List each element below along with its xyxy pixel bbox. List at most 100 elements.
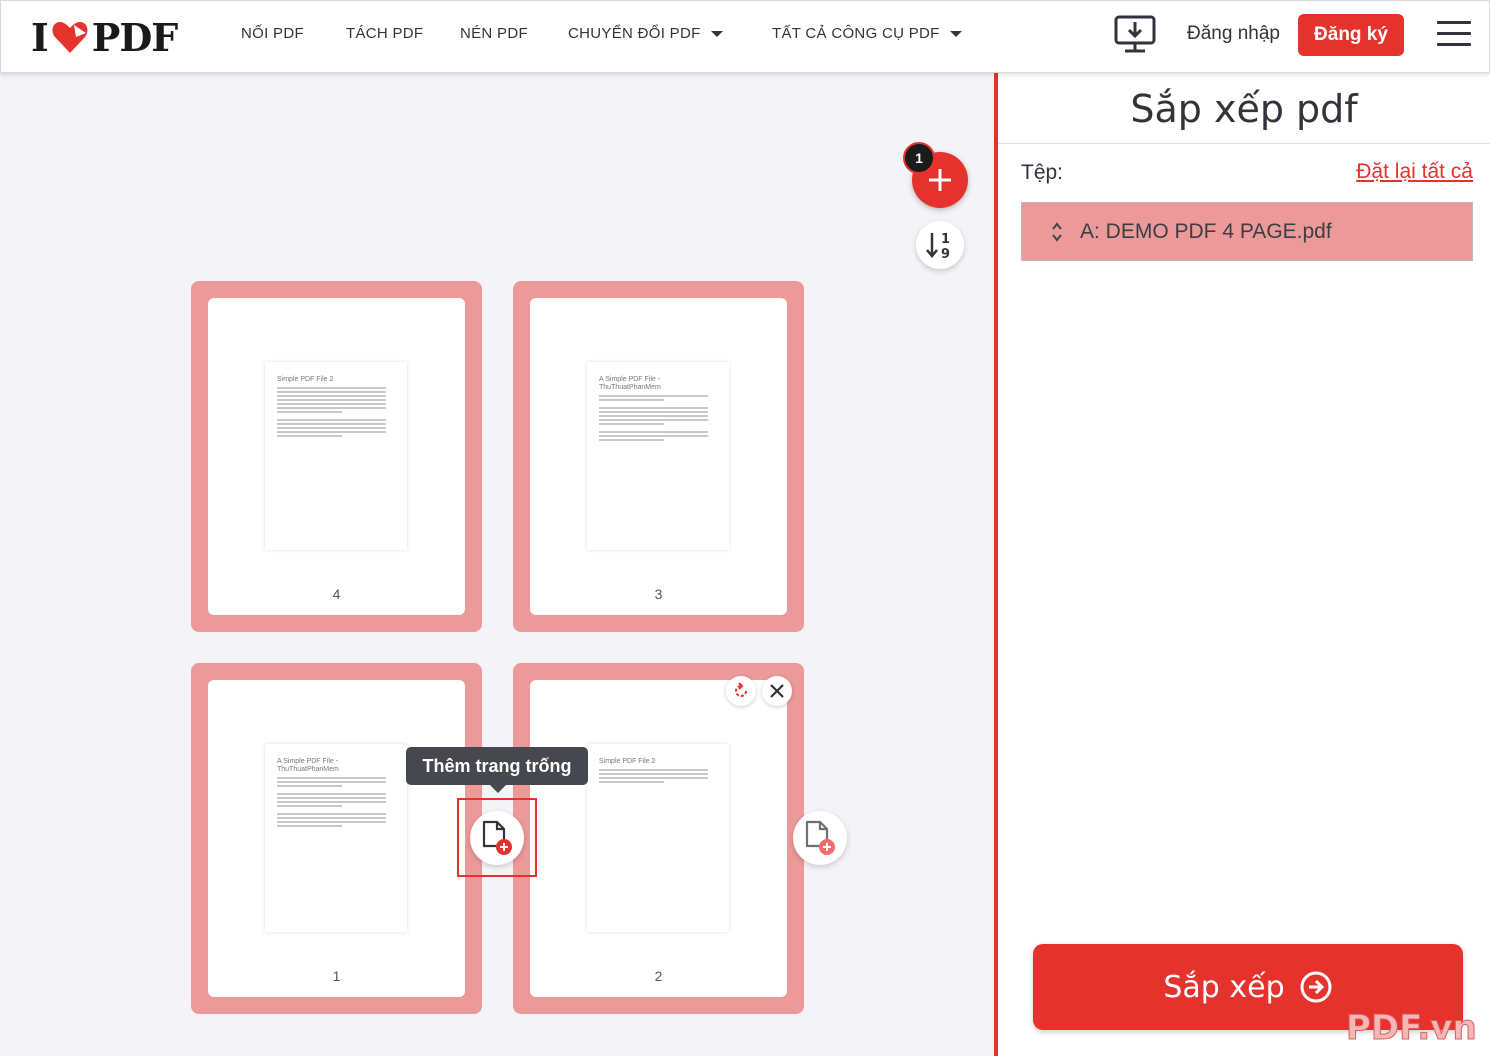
thumbnail-text-line bbox=[277, 805, 342, 807]
thumbnail-text-line bbox=[277, 395, 386, 397]
nav-label: NÉN PDF bbox=[460, 25, 528, 42]
thumbnail-text-line bbox=[599, 431, 708, 433]
page-card[interactable]: Simple PDF File 2 4 bbox=[191, 281, 482, 632]
file-list-item[interactable]: A: DEMO PDF 4 PAGE.pdf bbox=[1021, 202, 1473, 261]
caret-down-icon bbox=[710, 31, 723, 38]
page-number: 1 bbox=[332, 968, 341, 984]
thumbnail-text-line bbox=[599, 415, 708, 417]
thumbnail-text-line bbox=[599, 423, 664, 425]
page-number: 3 bbox=[654, 586, 663, 602]
thumbnail-text-line bbox=[277, 423, 386, 425]
thumbnail-text-line bbox=[277, 821, 386, 823]
nav-label: NỐI PDF bbox=[241, 25, 304, 42]
thumbnail-text-line bbox=[277, 419, 386, 421]
reorder-arrows-icon bbox=[1052, 221, 1062, 242]
nav-split-pdf[interactable]: TÁCH PDF bbox=[346, 25, 423, 42]
page-thumbnail: Simple PDF File 2 bbox=[265, 362, 407, 550]
thumbnail-text-line bbox=[599, 439, 664, 441]
thumbnail-text-line bbox=[277, 797, 386, 799]
thumbnail-text-line bbox=[277, 825, 342, 827]
add-blank-page-button[interactable] bbox=[470, 811, 524, 865]
page-card[interactable]: A Simple PDF File - ThuThuatPhanMem 3 bbox=[513, 281, 804, 632]
logo-i: I bbox=[31, 14, 49, 60]
menu-icon[interactable] bbox=[1437, 21, 1471, 49]
close-icon bbox=[770, 684, 784, 698]
watermark: PDF.vn bbox=[1346, 1008, 1478, 1049]
heart-icon bbox=[52, 22, 88, 53]
nav-label: TÁCH PDF bbox=[346, 25, 424, 42]
file-name: A: DEMO PDF 4 PAGE.pdf bbox=[1080, 219, 1332, 243]
add-blank-page-icon bbox=[482, 820, 512, 855]
thumbnail-text-line bbox=[277, 817, 386, 819]
thumbnail-text-line bbox=[599, 419, 708, 421]
add-blank-page-button-end[interactable] bbox=[793, 811, 847, 865]
nav-label: CHUYỂN ĐỔI PDF bbox=[568, 25, 701, 42]
rotate-page-button[interactable] bbox=[726, 676, 756, 706]
desktop-download-icon[interactable] bbox=[1113, 14, 1157, 56]
nav-compress-pdf[interactable]: NÉN PDF bbox=[460, 25, 528, 42]
page-number: 4 bbox=[332, 586, 341, 602]
thumbnail-text-line bbox=[277, 785, 342, 787]
sort-button-label: Sắp xếp bbox=[1163, 969, 1285, 1005]
thumbnail-text-line bbox=[277, 777, 386, 779]
page-card-inner: Simple PDF File 2 4 bbox=[208, 298, 465, 615]
thumbnail-text-line bbox=[277, 813, 386, 815]
logo-pdf: PDF bbox=[91, 14, 179, 60]
thumbnail-text-line bbox=[599, 777, 708, 779]
thumbnail-title: Simple PDF File 2 bbox=[599, 758, 656, 765]
files-label: Tệp: bbox=[1021, 161, 1064, 184]
login-link[interactable]: Đăng nhập bbox=[1187, 23, 1280, 45]
page-card-inner: Simple PDF File 2 2 bbox=[530, 680, 787, 997]
add-blank-page-tooltip: Thêm trang trống bbox=[406, 747, 588, 793]
signup-button[interactable]: Đăng ký bbox=[1298, 14, 1404, 56]
arrow-right-circle-icon bbox=[1300, 971, 1332, 1003]
file-count-badge: 1 bbox=[903, 142, 935, 174]
remove-page-button[interactable] bbox=[762, 676, 792, 706]
thumbnail-text-line bbox=[599, 399, 664, 401]
page-title: Sắp xếp pdf bbox=[1130, 87, 1358, 131]
page-thumbnail: Simple PDF File 2 bbox=[587, 744, 729, 932]
page-card-inner: A Simple PDF File - ThuThuatPhanMem 3 bbox=[530, 298, 787, 615]
page-thumbnail: A Simple PDF File - ThuThuatPhanMem bbox=[587, 362, 729, 550]
nav-merge-pdf[interactable]: NỐI PDF bbox=[241, 25, 304, 42]
thumbnail-text-line bbox=[277, 411, 342, 413]
thumbnail-text-line bbox=[599, 773, 708, 775]
thumbnail-text-line bbox=[277, 801, 386, 803]
sort-digit-bottom: 9 bbox=[941, 247, 950, 260]
thumbnail-text-line bbox=[277, 399, 386, 401]
reset-all-link[interactable]: Đặt lại tất cả bbox=[1356, 160, 1473, 184]
sort-numeric-icon: 1 9 bbox=[926, 232, 950, 260]
page-card-inner: A Simple PDF File - ThuThuatPhanMem 1 bbox=[208, 680, 465, 997]
thumbnail-text-line bbox=[599, 407, 708, 409]
add-blank-page-icon bbox=[805, 820, 835, 855]
thumbnail-text-line bbox=[599, 411, 708, 413]
thumbnail-text-line bbox=[277, 431, 386, 433]
sort-order-button[interactable]: 1 9 bbox=[916, 221, 964, 269]
thumbnail-text-line bbox=[277, 391, 386, 393]
rotate-icon bbox=[735, 682, 747, 697]
thumbnail-title: A Simple PDF File - ThuThuatPhanMem bbox=[277, 758, 339, 773]
caret-down-icon bbox=[949, 31, 962, 38]
plus-icon bbox=[929, 169, 951, 191]
page-card[interactable]: A Simple PDF File - ThuThuatPhanMem 1 bbox=[191, 663, 482, 1014]
page-number: 2 bbox=[654, 968, 663, 984]
thumbnail-text-line bbox=[599, 781, 664, 783]
page-card[interactable]: Simple PDF File 2 2 bbox=[513, 663, 804, 1014]
thumbnail-text-line bbox=[599, 395, 708, 397]
thumbnail-text-line bbox=[277, 793, 386, 795]
top-navbar: I PDF NỐI PDF TÁCH PDF NÉN PDF CHUYỂN ĐỔ… bbox=[0, 0, 1490, 73]
nav-convert-pdf[interactable]: CHUYỂN ĐỔI PDF bbox=[568, 25, 723, 42]
thumbnail-text-line bbox=[277, 435, 342, 437]
page-thumbnail: A Simple PDF File - ThuThuatPhanMem bbox=[265, 744, 407, 932]
thumbnail-text-line bbox=[277, 427, 386, 429]
nav-all-tools[interactable]: TẤT CẢ CÔNG CỤ PDF bbox=[772, 25, 962, 42]
thumbnail-title: Simple PDF File 2 bbox=[277, 376, 334, 383]
sidebar-separator bbox=[998, 143, 1490, 144]
thumbnail-text-line bbox=[277, 387, 386, 389]
thumbnail-text-line bbox=[277, 781, 386, 783]
sidebar: Sắp xếp pdf Tệp: Đặt lại tất cả A: DEMO … bbox=[998, 73, 1490, 1056]
ilovepdf-logo[interactable]: I PDF bbox=[31, 14, 179, 60]
thumbnail-text-line bbox=[599, 769, 708, 771]
nav-label: TẤT CẢ CÔNG CỤ PDF bbox=[772, 25, 940, 42]
sort-digit-top: 1 bbox=[941, 232, 950, 247]
